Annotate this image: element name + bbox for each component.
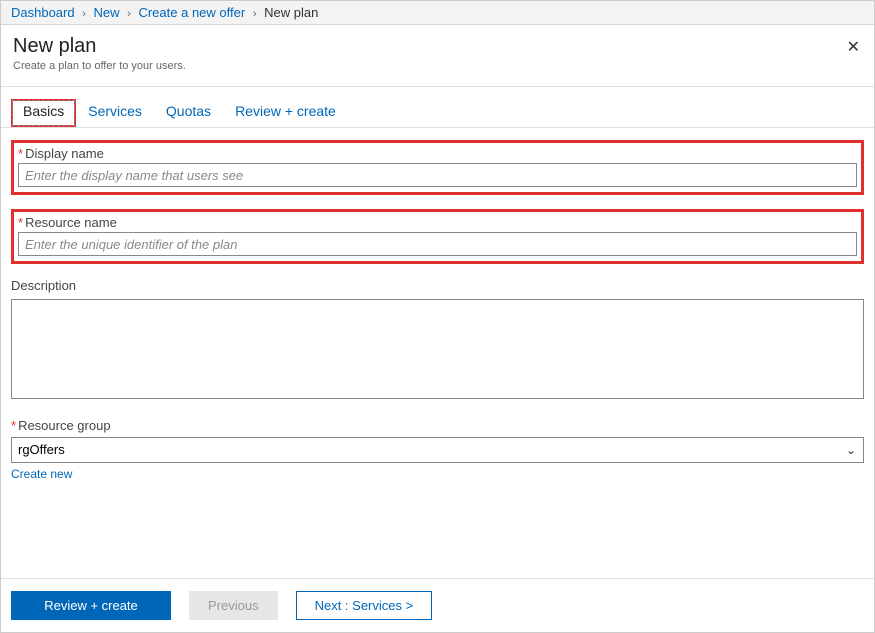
resource-name-input[interactable]	[18, 232, 857, 256]
description-input[interactable]	[11, 299, 864, 399]
required-star-icon: *	[18, 215, 23, 230]
tab-services[interactable]: Services	[76, 99, 154, 127]
tabs-bar: Basics Services Quotas Review + create	[1, 87, 874, 128]
breadcrumb-new[interactable]: New	[94, 5, 120, 20]
tab-review-create[interactable]: Review + create	[223, 99, 348, 127]
form-area: *Display name *Resource name Description…	[1, 128, 874, 578]
breadcrumb-dashboard[interactable]: Dashboard	[11, 5, 75, 20]
display-name-label: Display name	[25, 146, 104, 161]
chevron-right-icon: ›	[127, 8, 131, 20]
next-button[interactable]: Next : Services >	[296, 591, 433, 620]
breadcrumb-create-offer[interactable]: Create a new offer	[138, 5, 245, 20]
resource-group-label: Resource group	[18, 418, 111, 433]
page-header: New plan Create a plan to offer to your …	[1, 25, 874, 87]
display-name-input[interactable]	[18, 163, 857, 187]
field-resource-group: *Resource group rgOffers ⌄ Create new	[11, 418, 864, 483]
field-resource-name: *Resource name	[11, 209, 864, 264]
chevron-right-icon: ›	[82, 8, 86, 20]
page-subtitle: Create a plan to offer to your users.	[13, 60, 862, 72]
tab-quotas[interactable]: Quotas	[154, 99, 223, 127]
field-description: Description	[11, 278, 864, 404]
close-icon[interactable]: ✕	[847, 37, 860, 57]
breadcrumb-current: New plan	[264, 5, 318, 20]
page-title: New plan	[13, 35, 862, 58]
footer-bar: Review + create Previous Next : Services…	[1, 578, 874, 632]
create-new-link[interactable]: Create new	[11, 467, 72, 481]
resource-name-label: Resource name	[25, 215, 117, 230]
review-create-button[interactable]: Review + create	[11, 591, 171, 620]
previous-button: Previous	[189, 591, 278, 620]
chevron-right-icon: ›	[253, 8, 257, 20]
description-label: Description	[11, 278, 76, 293]
required-star-icon: *	[11, 418, 16, 433]
tab-basics[interactable]: Basics	[11, 99, 76, 127]
required-star-icon: *	[18, 146, 23, 161]
field-display-name: *Display name	[11, 140, 864, 195]
resource-group-select[interactable]: rgOffers	[11, 437, 864, 463]
breadcrumb: Dashboard › New › Create a new offer › N…	[1, 1, 874, 25]
